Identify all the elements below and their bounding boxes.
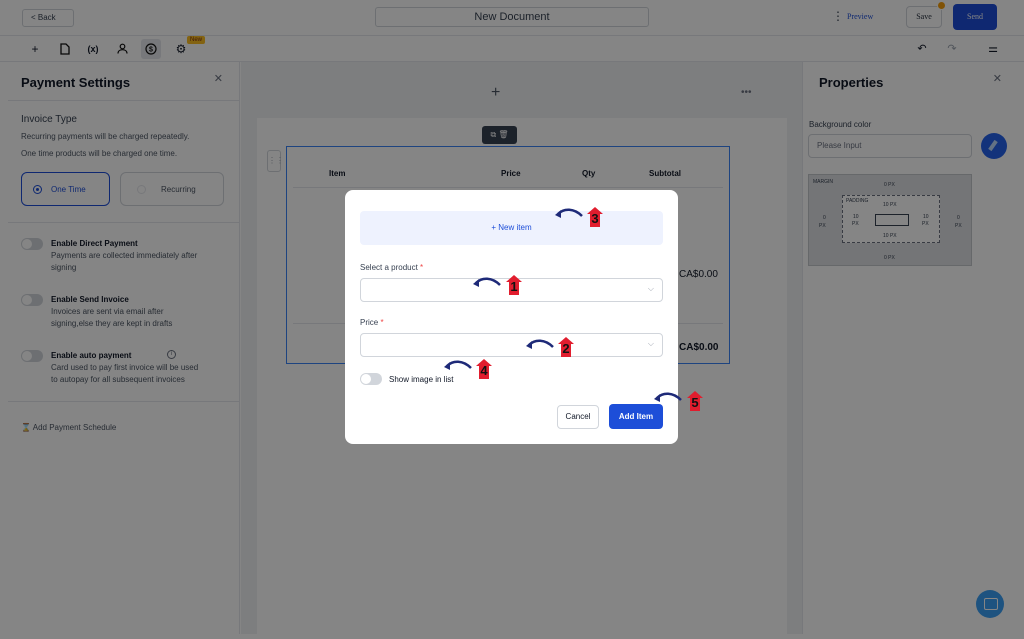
- annotation-marker-3: 3: [586, 206, 604, 228]
- show-image-label: Show image in list: [389, 375, 454, 384]
- annotation-marker-4: 4: [475, 358, 493, 380]
- annotation-arrow-icon: [555, 208, 583, 218]
- price-label: Price *: [360, 318, 384, 327]
- annotation-marker-5: 5: [686, 390, 704, 412]
- annotation-marker-1: 1: [505, 274, 523, 296]
- select-product-label-text: Select a product: [360, 263, 418, 272]
- chevron-down-icon: ⌵: [647, 284, 654, 293]
- new-item-button[interactable]: + New item: [360, 211, 663, 245]
- select-product-label: Select a product *: [360, 263, 423, 272]
- required-mark: *: [380, 318, 384, 327]
- price-label-text: Price: [360, 318, 379, 327]
- chevron-down-icon: ⌵: [647, 339, 654, 348]
- annotation-arrow-icon: [654, 392, 682, 402]
- annotation-arrow-icon: [473, 277, 501, 287]
- cancel-button[interactable]: Cancel: [557, 405, 599, 429]
- add-item-button[interactable]: Add Item: [609, 404, 663, 429]
- show-image-toggle[interactable]: [360, 373, 382, 385]
- required-mark: *: [420, 263, 424, 272]
- add-item-modal: + New item Select a product * ⌵ Price * …: [345, 190, 678, 444]
- annotation-arrow-icon: [526, 339, 554, 349]
- annotation-marker-2: 2: [557, 336, 575, 358]
- price-select[interactable]: ⌵: [360, 333, 663, 357]
- annotation-arrow-icon: [444, 360, 472, 370]
